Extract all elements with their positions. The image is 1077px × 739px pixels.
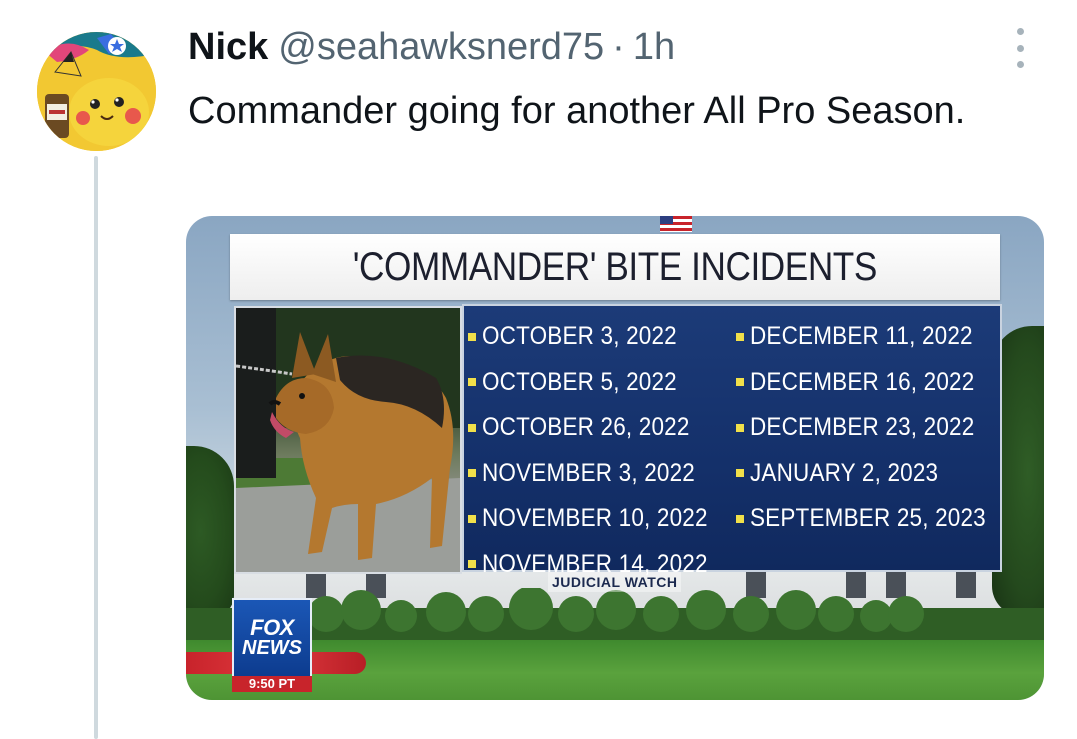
more-options-icon[interactable] [1008,28,1032,68]
incident-date-item: JANUARY 2, 2023 [736,451,1012,497]
hedge-row [186,588,1044,648]
incident-date-item: NOVEMBER 10, 2022 [468,496,733,542]
incident-date-item: DECEMBER 23, 2022 [736,405,1012,451]
bullet-icon [736,332,744,341]
source-credit: JUDICIAL WATCH [548,572,682,592]
tweet-timestamp[interactable]: 1h [633,26,675,69]
bullet-icon [468,423,476,432]
incident-date-item: DECEMBER 16, 2022 [736,360,1012,406]
incident-date-item: SEPTEMBER 25, 2023 [736,496,1012,542]
bullet-icon [736,423,744,432]
pikachu-avatar-icon [37,32,156,151]
bullet-icon [468,560,476,569]
thread-line [94,156,98,739]
tweet-text: Commander going for another All Pro Seas… [188,90,966,132]
author-handle[interactable]: @seahawksnerd75 [278,26,604,69]
bullet-icon [736,514,744,523]
bullet-icon [736,469,744,478]
tweet-media-image[interactable]: 'COMMANDER' BITE INCIDENTS OCTOBER 3, 20… [186,216,1044,700]
logo-line-news: NEWS [242,637,302,659]
graphic-title-banner: 'COMMANDER' BITE INCIDENTS [230,234,1000,300]
dog-photo [234,306,462,574]
dates-column-right: DECEMBER 11, 2022 DECEMBER 16, 2022 DECE… [736,314,1012,542]
tweet-header: Nick @seahawksnerd75 · 1h [188,26,675,70]
bullet-icon [468,469,476,478]
bullet-icon [736,378,744,387]
separator-dot: · [612,26,625,68]
bullet-icon [468,332,476,341]
incident-date-item: OCTOBER 5, 2022 [468,360,733,406]
incident-date-item: OCTOBER 26, 2022 [468,405,733,451]
broadcast-time: 9:50 PT [232,676,312,692]
incident-date-item: DECEMBER 11, 2022 [736,314,1012,360]
bullet-icon [468,514,476,523]
fox-news-logo: FOX NEWS [232,598,312,678]
dates-column-left: OCTOBER 3, 2022 OCTOBER 5, 2022 OCTOBER … [468,314,733,587]
logo-line-fox: FOX [250,615,294,640]
flag-image [660,216,692,232]
avatar[interactable] [37,32,156,151]
incident-date-item: OCTOBER 3, 2022 [468,314,733,360]
bullet-icon [468,378,476,387]
tweet-view: Nick @seahawksnerd75 · 1h Commander goin… [0,0,1077,739]
graphic-title: 'COMMANDER' BITE INCIDENTS [352,244,878,289]
author-name[interactable]: Nick [188,26,268,69]
incident-date-item: NOVEMBER 3, 2022 [468,451,733,497]
incident-dates-panel: OCTOBER 3, 2022 OCTOBER 5, 2022 OCTOBER … [462,304,1002,578]
